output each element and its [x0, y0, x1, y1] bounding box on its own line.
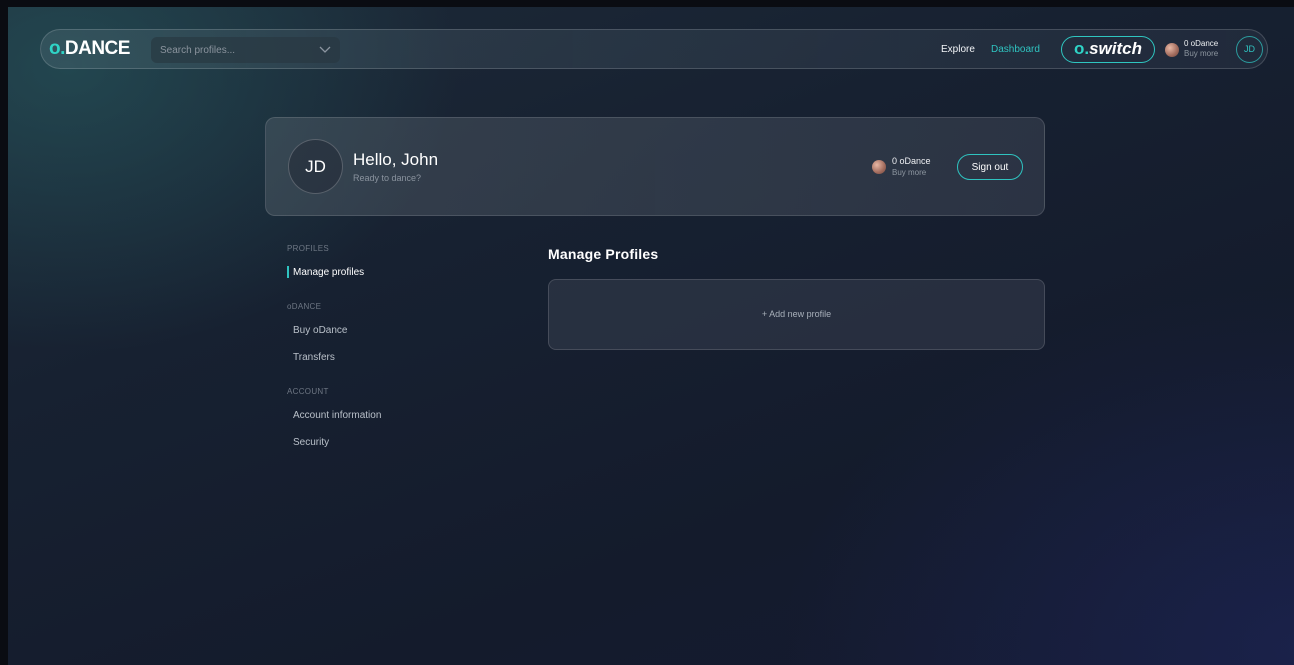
user-avatar[interactable]: JD — [1236, 36, 1263, 63]
chevron-down-icon[interactable] — [318, 42, 332, 56]
sidebar-heading-profiles: PROFILES — [287, 244, 329, 253]
nav-link-dashboard[interactable]: Dashboard — [991, 43, 1040, 57]
page-title: Manage Profiles — [548, 246, 659, 262]
navbar-balance-amount: 0 oDance — [1184, 39, 1219, 48]
sign-out-button[interactable]: Sign out — [957, 154, 1023, 180]
app-screen: o.DANCE Explore Dashboard o.switch 0 oDa… — [8, 7, 1294, 665]
add-new-profile-button[interactable]: + Add new profile — [548, 279, 1045, 350]
sidebar-item-security[interactable]: Security — [293, 436, 329, 450]
odance-logo[interactable]: o.DANCE — [49, 37, 130, 61]
greeting-subtitle: Ready to dance? — [353, 173, 422, 183]
sidebar-item-manage-profiles[interactable]: Manage profiles — [293, 266, 364, 280]
switch-text: switch — [1089, 39, 1142, 58]
navbar-balance[interactable]: 0 oDance Buy more — [1184, 39, 1218, 59]
profile-avatar: JD — [288, 139, 343, 194]
sidebar-heading-account: ACCOUNT — [287, 387, 329, 396]
greeting-title: Hello, John — [353, 150, 439, 169]
search-box[interactable] — [151, 37, 340, 63]
active-indicator — [287, 266, 289, 278]
sidebar-item-account-information[interactable]: Account information — [293, 409, 381, 423]
sidebar-heading-odance: oDANCE — [287, 302, 322, 311]
logo-text: DANCE — [64, 38, 131, 59]
coin-icon — [1165, 43, 1179, 57]
sidebar-item-transfers[interactable]: Transfers — [293, 351, 335, 365]
coin-icon — [872, 160, 886, 174]
navbar-buy-more-link[interactable]: Buy more — [1184, 49, 1218, 59]
card-balance[interactable]: 0 oDance Buy more — [892, 156, 931, 178]
switch-dot: o. — [1073, 39, 1090, 58]
nav-link-explore[interactable]: Explore — [941, 43, 975, 57]
profile-card: JD Hello, John Ready to dance? 0 oDance … — [265, 117, 1045, 216]
switch-button[interactable]: o.switch — [1061, 36, 1155, 63]
card-balance-amount: 0 oDance — [892, 156, 931, 166]
sidebar-item-buy-odance[interactable]: Buy oDance — [293, 324, 347, 338]
search-input[interactable] — [151, 37, 311, 63]
top-navbar: o.DANCE Explore Dashboard o.switch 0 oDa… — [40, 29, 1268, 69]
card-buy-more-link[interactable]: Buy more — [892, 167, 931, 178]
logo-dot: o. — [49, 38, 65, 59]
